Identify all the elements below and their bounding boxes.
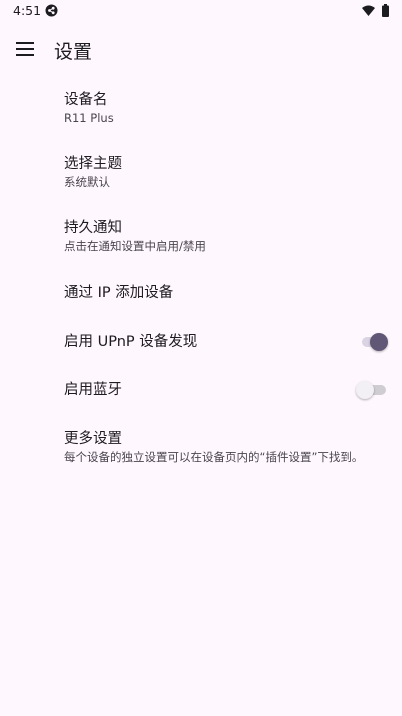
setting-theme[interactable]: 选择主题 系统默认 (0, 140, 402, 204)
setting-title: 更多设置 (64, 431, 122, 447)
settings-list: 设备名 R11 Plus 选择主题 系统默认 持久通知 点击在通知设置中启用/禁… (0, 76, 402, 480)
battery-icon (382, 4, 389, 17)
page-title: 设置 (54, 41, 93, 63)
setting-summary: R11 Plus (64, 111, 114, 125)
setting-title: 启用 UPnP 设备发现 (64, 334, 198, 350)
wifi-icon (362, 5, 375, 16)
setting-summary: 系统默认 (64, 175, 110, 189)
setting-upnp-discovery[interactable]: 启用 UPnP 设备发现 (0, 318, 402, 366)
switch-thumb (356, 381, 374, 399)
setting-title: 通过 IP 添加设备 (64, 285, 174, 301)
setting-title: 持久通知 (64, 220, 122, 236)
status-time: 4:51 (13, 3, 42, 18)
status-bar: 4:51 (0, 0, 402, 24)
upnp-switch[interactable] (360, 331, 388, 353)
switch-thumb (370, 333, 388, 351)
setting-summary: 点击在通知设置中启用/禁用 (64, 239, 206, 253)
setting-device-name[interactable]: 设备名 R11 Plus (0, 76, 402, 140)
menu-button[interactable] (8, 32, 42, 66)
setting-summary: 每个设备的独立设置可以在设备页内的“插件设置”下找到。 (64, 450, 364, 464)
setting-persistent-notification[interactable]: 持久通知 点击在通知设置中启用/禁用 (0, 204, 402, 268)
setting-more-settings[interactable]: 更多设置 每个设备的独立设置可以在设备页内的“插件设置”下找到。 (0, 414, 402, 480)
setting-add-device-by-ip[interactable]: 通过 IP 添加设备 (0, 268, 402, 318)
setting-title: 启用蓝牙 (64, 382, 122, 398)
app-notification-icon (45, 4, 58, 17)
setting-title: 设备名 (64, 92, 108, 108)
setting-title: 选择主题 (64, 156, 122, 172)
app-bar: 设置 (0, 24, 402, 76)
bluetooth-switch[interactable] (356, 379, 386, 401)
setting-bluetooth[interactable]: 启用蓝牙 (0, 366, 402, 414)
hamburger-menu-icon (16, 42, 34, 56)
